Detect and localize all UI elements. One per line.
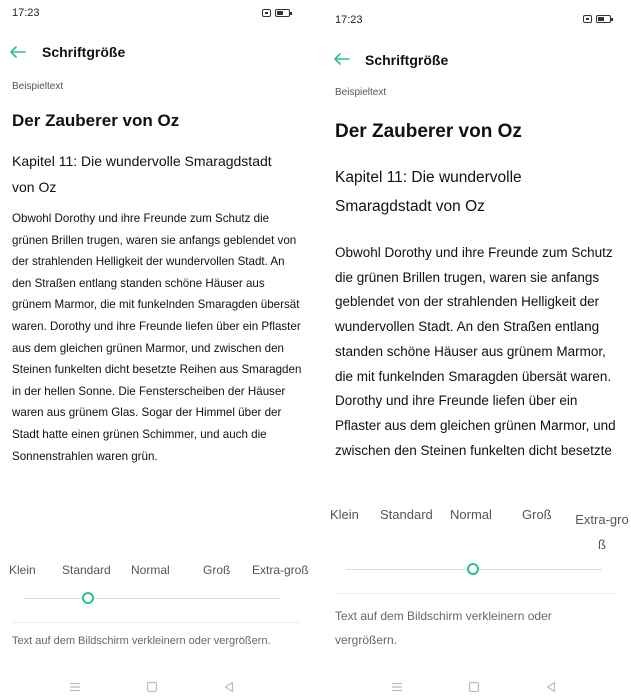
font-size-labels: Klein Standard Normal Groß Extra-groß <box>322 507 631 552</box>
preview-body-text: Obwohl Dorothy und ihre Freunde zum Schu… <box>12 212 302 463</box>
font-size-labels: Klein Standard Normal Groß Extra-groß <box>0 563 315 579</box>
triangle-back-icon[interactable] <box>542 678 560 696</box>
battery-icon <box>275 9 292 17</box>
preview-body-text: Obwohl Dorothy und ihre Freunde zum Schu… <box>335 245 616 468</box>
toolbar: Schriftgröße <box>322 47 631 71</box>
status-bar: 17:23 <box>0 0 315 28</box>
preview-scroll-area[interactable]: Kapitel 11: Die wundervolle Smaragdstadt… <box>335 163 623 468</box>
menu-icon[interactable] <box>66 678 84 696</box>
size-option-klein[interactable]: Klein <box>330 507 359 522</box>
font-size-slider-thumb[interactable] <box>82 592 94 604</box>
sim-card-icon <box>583 15 592 23</box>
navigation-bar <box>0 674 315 700</box>
hint-text: Text auf dem Bildschirm verkleinern oder… <box>12 635 271 647</box>
status-icons <box>262 9 292 17</box>
triangle-back-icon[interactable] <box>220 678 238 696</box>
font-size-slider-track[interactable] <box>24 598 280 599</box>
navigation-bar <box>322 674 631 700</box>
page-title: Schriftgröße <box>42 44 126 60</box>
size-option-klein[interactable]: Klein <box>9 563 36 577</box>
phone-screen-right: 17:23 Schriftgröße Beispieltext Der Zaub… <box>322 0 631 700</box>
size-option-standard[interactable]: Standard <box>62 563 111 577</box>
divider <box>12 622 300 623</box>
size-option-gross[interactable]: Groß <box>203 563 230 577</box>
divider <box>335 593 615 594</box>
back-arrow-icon[interactable] <box>331 48 353 70</box>
menu-icon[interactable] <box>388 678 406 696</box>
chapter-title: Kapitel 11: Die wundervolle Smaragdstadt… <box>335 169 522 215</box>
phone-screen-left: 17:23 Schriftgröße Beispieltext Der Zaub… <box>0 0 315 700</box>
size-option-normal[interactable]: Normal <box>131 563 170 577</box>
book-title: Der Zauberer von Oz <box>12 111 180 130</box>
font-size-slider-thumb[interactable] <box>467 563 479 575</box>
size-option-extra-gross[interactable]: Extra-groß <box>573 507 631 557</box>
home-square-icon[interactable] <box>143 678 161 696</box>
status-time: 17:23 <box>335 14 363 26</box>
status-icons <box>583 15 613 23</box>
status-time: 17:23 <box>12 7 40 19</box>
page-title: Schriftgröße <box>365 52 449 68</box>
back-arrow-icon[interactable] <box>7 41 29 63</box>
chapter-title: Kapitel 11: Die wundervolle Smaragdstadt… <box>12 153 272 195</box>
section-label: Beispieltext <box>12 81 64 92</box>
size-option-standard[interactable]: Standard <box>380 507 433 522</box>
toolbar: Schriftgröße <box>0 40 315 64</box>
size-option-gross[interactable]: Groß <box>522 507 552 522</box>
size-option-extra-gross[interactable]: Extra-groß <box>252 563 309 577</box>
hint-text: Text auf dem Bildschirm verkleinern oder… <box>335 609 552 647</box>
book-title: Der Zauberer von Oz <box>335 121 522 142</box>
battery-icon <box>596 15 613 23</box>
sim-card-icon <box>262 9 271 17</box>
size-option-normal[interactable]: Normal <box>450 507 492 522</box>
section-label: Beispieltext <box>335 87 387 98</box>
home-square-icon[interactable] <box>465 678 483 696</box>
status-bar: 17:23 <box>322 0 631 28</box>
